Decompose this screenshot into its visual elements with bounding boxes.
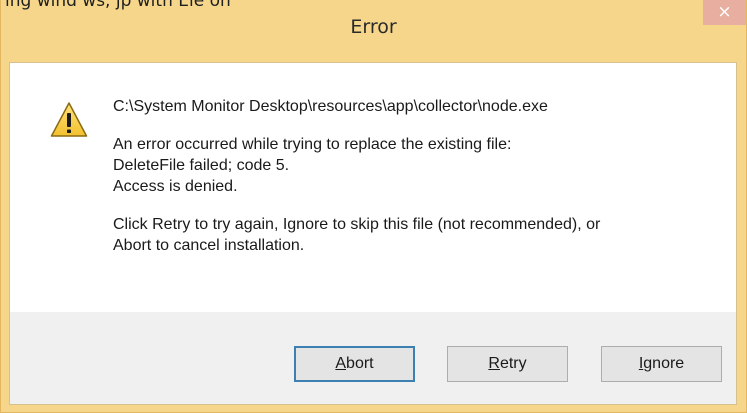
retry-button-mnemonic: R xyxy=(488,355,500,372)
button-row: Abort Retry Ignore xyxy=(10,312,736,406)
ignore-button[interactable]: Ignore xyxy=(601,346,722,382)
error-text-line-1: An error occurred while trying to replac… xyxy=(113,136,512,153)
instruction-text-line-2: Abort to cancel installation. xyxy=(113,237,305,254)
close-button[interactable]: × xyxy=(703,0,746,25)
error-dialog-window: ing wind ws, jp with Ele on Error × C:\S… xyxy=(0,0,747,413)
instruction-text-line-1: Click Retry to try again, Ignore to skip… xyxy=(113,216,601,233)
close-icon: × xyxy=(717,2,732,22)
retry-button[interactable]: Retry xyxy=(447,346,568,382)
file-path-text: C:\System Monitor Desktop\resources\app\… xyxy=(113,98,548,115)
message-panel: C:\System Monitor Desktop\resources\app\… xyxy=(10,63,736,312)
title-bar[interactable]: ing wind ws, jp with Ele on Error × xyxy=(1,0,746,62)
abort-button-label: bort xyxy=(346,355,374,372)
retry-button-label: etry xyxy=(499,355,527,372)
warning-triangle-icon xyxy=(50,102,88,137)
ignore-button-label: gnore xyxy=(643,355,685,372)
window-title: Error xyxy=(350,16,397,38)
abort-button-mnemonic: A xyxy=(335,355,347,372)
abort-button[interactable]: Abort xyxy=(294,346,415,382)
background-window-text: ing wind ws, jp with Ele on xyxy=(5,0,231,11)
error-text-line-3: Access is denied. xyxy=(113,178,238,195)
dialog-client-area: C:\System Monitor Desktop\resources\app\… xyxy=(9,62,737,405)
error-text-line-2: DeleteFile failed; code 5. xyxy=(113,157,290,174)
error-message: C:\System Monitor Desktop\resources\app\… xyxy=(113,96,713,256)
